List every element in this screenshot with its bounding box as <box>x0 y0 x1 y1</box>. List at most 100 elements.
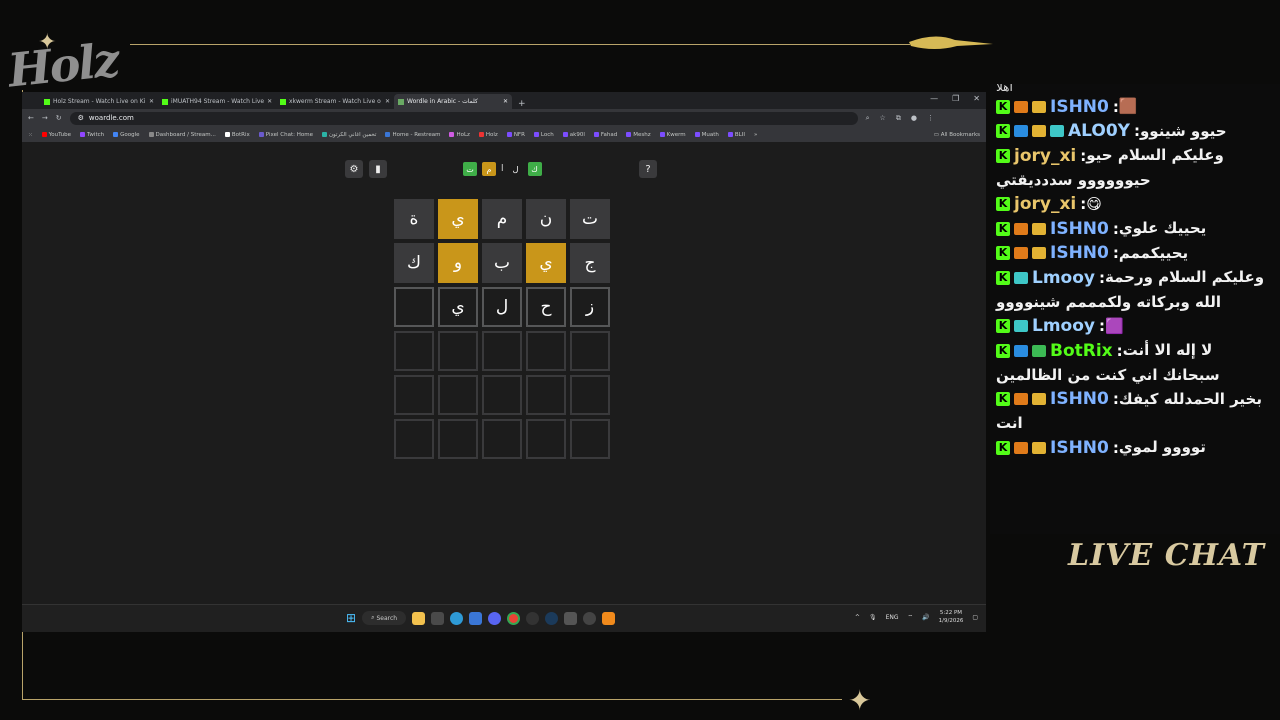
bookmark-item[interactable]: ak90l <box>562 132 585 138</box>
notifications-icon[interactable]: ▢ <box>972 614 978 621</box>
wifi-icon[interactable]: ⌔ <box>908 613 914 621</box>
toolbar-icons: ⌕ ☆ ⧉ ● ⋮ <box>866 114 934 123</box>
bookmark-star-icon[interactable]: ☆ <box>880 114 886 123</box>
bookmark-item[interactable]: Google <box>113 132 140 138</box>
discord-icon[interactable] <box>488 611 502 625</box>
tab-imuath[interactable]: iMUATH94 Stream - Watch Live ✕ <box>158 94 276 109</box>
browser-window: Holz Stream - Watch Live on Ki ✕ iMUATH94… <box>22 92 986 632</box>
zoom-icon[interactable]: ⌕ <box>866 114 870 123</box>
bookmark-favicon-icon <box>727 132 733 137</box>
stats-button[interactable]: ▮ <box>369 160 387 178</box>
maximize-icon[interactable]: ❐ <box>952 94 959 103</box>
wordle-icon <box>398 98 404 105</box>
bookmark-item[interactable]: Holz <box>478 132 498 138</box>
overlay-bottom-line <box>22 699 842 700</box>
chevron-up-icon[interactable]: ^ <box>855 614 860 621</box>
chat-username[interactable]: ALO0Y <box>1068 119 1130 143</box>
chat-username[interactable]: ISHN0 <box>1050 241 1109 265</box>
grid-cell: ز <box>570 287 610 327</box>
site-info-icon[interactable]: ⚙ <box>78 114 84 122</box>
chat-text: توووو لموي <box>1118 438 1206 456</box>
bookmark-label: Loch <box>540 131 554 138</box>
new-tab-button[interactable]: + <box>512 99 532 109</box>
bookmark-item[interactable]: Meshz <box>626 132 651 138</box>
kick-badge-icon: K <box>996 392 1010 406</box>
chat-username[interactable]: ISHN0 <box>1050 436 1109 460</box>
chat-username[interactable]: jory_xi <box>1014 144 1076 168</box>
chat-username[interactable]: ISHN0 <box>1050 387 1109 411</box>
close-icon[interactable]: ✕ <box>267 98 272 105</box>
windows-start-icon[interactable]: ⊞ <box>346 611 356 625</box>
chat-username[interactable]: Lmooy <box>1032 314 1095 338</box>
close-icon[interactable]: ✕ <box>385 98 390 105</box>
gear-icon: ⚙ <box>349 163 359 175</box>
bookmark-item[interactable]: تخمين اغاني الكرتون <box>321 132 376 138</box>
back-icon[interactable]: ← <box>28 114 34 122</box>
tab-holz[interactable]: Holz Stream - Watch Live on Ki ✕ <box>40 94 158 109</box>
obs-icon[interactable] <box>526 611 540 625</box>
menu-icon[interactable]: ⋮ <box>927 114 934 123</box>
bookmark-item[interactable]: Muath <box>694 132 719 138</box>
forward-icon[interactable]: → <box>42 114 48 122</box>
bookmark-item[interactable]: YouTube <box>41 132 71 138</box>
profile-icon[interactable]: ● <box>911 114 917 123</box>
bookmark-item[interactable]: NFR <box>506 132 525 138</box>
bookmark-item[interactable]: Kwerm <box>659 132 686 138</box>
apps-grid-icon[interactable]: ⁙ <box>28 132 33 138</box>
all-bookmarks[interactable]: ▭ All Bookmarks <box>934 132 980 138</box>
bookmark-item[interactable]: Home - Restream <box>385 132 440 138</box>
store-icon[interactable] <box>469 611 483 625</box>
help-button[interactable]: ? <box>639 160 657 178</box>
game-title-tiles: تمالك <box>463 162 542 176</box>
settings-button[interactable]: ⚙ <box>345 160 363 178</box>
close-icon[interactable]: ✕ <box>503 98 508 105</box>
chat-username[interactable]: jory_xi <box>1014 192 1076 216</box>
bookmark-label: Home - Restream <box>392 131 441 138</box>
bookmark-item[interactable]: Fahad <box>593 132 617 138</box>
chat-message-header: K ISHN0 : <box>996 436 1119 460</box>
taskbar-apps: ⊞ ⌕ Search <box>346 611 616 625</box>
close-icon[interactable]: ✕ <box>149 98 154 105</box>
language-indicator[interactable]: ENG <box>886 614 899 621</box>
extensions-icon[interactable]: ⧉ <box>896 114 901 123</box>
chat-username[interactable]: ISHN0 <box>1050 217 1109 241</box>
chat-username[interactable]: ISHN0 <box>1050 95 1109 119</box>
reload-icon[interactable]: ↻ <box>56 114 62 122</box>
microphone-icon[interactable]: 🎙 <box>869 614 877 621</box>
minimize-icon[interactable]: — <box>930 94 938 103</box>
bookmark-item[interactable]: Loch <box>533 131 554 138</box>
taskbar-search[interactable]: ⌕ Search <box>362 611 407 625</box>
bookmark-favicon-icon <box>533 132 539 137</box>
vlc-icon[interactable] <box>602 611 616 625</box>
file-explorer-icon[interactable] <box>412 611 426 625</box>
edge-icon[interactable] <box>450 611 464 625</box>
taskbar-clock[interactable]: 5:22 PM 1/9/2026 <box>939 609 964 625</box>
keyboard-app-icon[interactable] <box>564 611 578 625</box>
grid-cell <box>526 419 566 459</box>
chat-username[interactable]: Lmooy <box>1032 266 1095 290</box>
url-field[interactable]: ⚙ woardle.com <box>69 111 858 125</box>
more-bookmarks-icon[interactable]: » <box>754 132 757 138</box>
volume-icon[interactable]: 🔊 <box>922 614 929 621</box>
bookmark-item[interactable]: Twitch <box>79 132 104 138</box>
bookmark-item[interactable]: BotRix <box>224 132 250 138</box>
address-bar-row: ← → ↻ ⚙ woardle.com ⌕ ☆ ⧉ ● ⋮ <box>22 109 986 127</box>
user-badge-icon <box>1032 125 1046 137</box>
close-window-icon[interactable]: ✕ <box>973 94 980 103</box>
chrome-icon[interactable] <box>507 611 521 625</box>
guess-grid: ةيمنتكوبيجيلحز <box>394 199 610 459</box>
app-icon[interactable] <box>583 611 597 625</box>
bookmark-item[interactable]: BLII <box>727 132 745 138</box>
chat-username[interactable]: BotRix <box>1050 339 1113 363</box>
calculator-icon[interactable] <box>431 611 445 625</box>
tab-xkwerm[interactable]: xkwerm Stream - Watch Live o ✕ <box>276 94 394 109</box>
tab-wordle[interactable]: Wordle in Arabic - كلمات ✕ <box>394 94 512 109</box>
bookmark-item[interactable]: Pixel Chat: Home <box>258 132 313 138</box>
grid-cell: ب <box>482 243 522 283</box>
window-controls: — ❐ ✕ <box>930 94 980 103</box>
user-badge-icon <box>1014 222 1028 235</box>
chat-message: K ISHN0 : يحييكممم <box>990 241 1280 266</box>
bookmark-item[interactable]: HoLz <box>449 132 470 138</box>
steam-icon[interactable] <box>545 611 559 625</box>
bookmark-item[interactable]: Dashboard / Stream... <box>148 132 216 138</box>
